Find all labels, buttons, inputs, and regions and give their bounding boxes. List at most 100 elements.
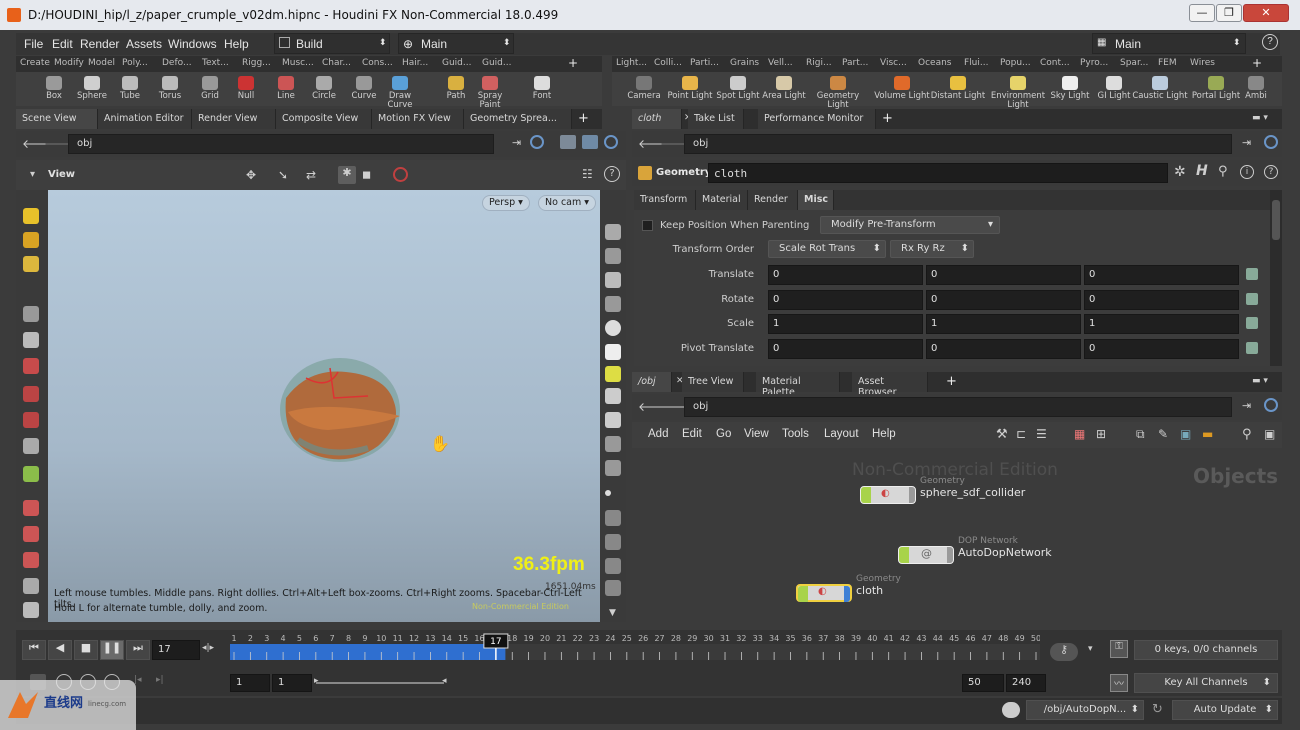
range-slider[interactable] bbox=[316, 682, 444, 684]
param-field-y[interactable]: 0 bbox=[926, 265, 1081, 285]
grid-icon[interactable]: ⊞ bbox=[1096, 427, 1106, 441]
param-field-x[interactable]: 0 bbox=[768, 338, 923, 359]
shelf-tool-right-3[interactable]: Area Light bbox=[756, 76, 812, 101]
tab-composite-view[interactable]: Composite View bbox=[276, 109, 372, 129]
color-palette-icon[interactable]: ▦ bbox=[1074, 427, 1085, 441]
visibility-icon[interactable] bbox=[605, 248, 621, 264]
tab-tree-view[interactable]: Tree View bbox=[682, 372, 744, 392]
subtab-render[interactable]: Render bbox=[748, 190, 798, 210]
add-shelf-icon[interactable]: + bbox=[568, 56, 578, 70]
select-icon[interactable] bbox=[23, 208, 39, 224]
tab-animation-editor[interactable]: Animation Editor bbox=[98, 109, 192, 129]
view-tool-icon[interactable] bbox=[23, 500, 39, 516]
minimize-button[interactable]: — bbox=[1189, 4, 1215, 22]
snap-icon[interactable]: ✱ bbox=[338, 166, 356, 184]
channel-icon[interactable] bbox=[1246, 268, 1258, 280]
chevron-down-icon[interactable]: ▾ bbox=[1088, 644, 1093, 654]
pane-menu-icon[interactable]: ▬ ▾ bbox=[1252, 113, 1268, 123]
handle-icon[interactable]: ✥ bbox=[246, 168, 256, 182]
close-button[interactable]: ✕ bbox=[1243, 4, 1289, 22]
shelf-tab-right-3[interactable]: Grains bbox=[730, 58, 759, 68]
menu-help[interactable]: Help bbox=[224, 37, 249, 51]
shelf-tab-5[interactable]: Text... bbox=[202, 58, 229, 68]
keep-position-menu[interactable]: Modify Pre-Transform ▾ bbox=[820, 216, 1000, 234]
menu-edit[interactable]: Edit bbox=[52, 37, 73, 51]
shelf-tool-right-5[interactable]: Volume Light bbox=[874, 76, 930, 101]
shelf-tool-9[interactable]: Draw Curve bbox=[376, 76, 424, 110]
view-menu-icon[interactable]: ▾ bbox=[30, 169, 35, 180]
param-field-x[interactable]: 0 bbox=[768, 265, 923, 285]
drag-icon[interactable] bbox=[23, 552, 39, 568]
tab-asset-browser[interactable]: Asset Browser bbox=[852, 372, 928, 398]
link-icon[interactable] bbox=[530, 135, 544, 149]
points-icon[interactable] bbox=[605, 460, 621, 476]
param-field-z[interactable]: 0 bbox=[1084, 289, 1239, 310]
param-field-z[interactable]: 1 bbox=[1084, 314, 1239, 334]
shelf-tab-12[interactable]: Guid... bbox=[482, 58, 511, 68]
shelf-tab-right-15[interactable]: Wires bbox=[1190, 58, 1215, 68]
jump-start-button[interactable]: ⏮ bbox=[22, 640, 46, 660]
snapshot-icon[interactable]: ◼ bbox=[362, 168, 371, 181]
swap-icon[interactable]: ⇄ bbox=[306, 168, 316, 182]
brush-icon[interactable] bbox=[605, 534, 621, 550]
jump-end-button[interactable]: ⏭ bbox=[126, 640, 150, 660]
shelf-tab-right-8[interactable]: Oceans bbox=[918, 58, 951, 68]
bundle-icon[interactable]: ▬ bbox=[1202, 427, 1213, 441]
camera-menu[interactable]: No cam ▾ bbox=[538, 195, 597, 211]
shelf-tab-right-5[interactable]: Rigi... bbox=[806, 58, 832, 68]
help-icon[interactable]: ? bbox=[1264, 165, 1278, 179]
right-desktop-menu[interactable]: ▦ Main ⬍ bbox=[1092, 33, 1246, 54]
notes-icon[interactable]: ✎ bbox=[1158, 427, 1168, 441]
network-path-field[interactable]: obj bbox=[684, 397, 1232, 417]
tree-icon[interactable]: ⊏ bbox=[1016, 427, 1026, 441]
transform-order-menu[interactable]: Scale Rot Trans ⬍ bbox=[768, 240, 886, 258]
subtab-transform[interactable]: Transform bbox=[634, 190, 696, 210]
menu-assets[interactable]: Assets bbox=[126, 37, 162, 51]
shelf-tab-1[interactable]: Modify bbox=[54, 58, 84, 68]
param-field-x[interactable]: 1 bbox=[768, 314, 923, 334]
jump-next-key-icon[interactable]: ▸| bbox=[156, 675, 164, 685]
shelf-tab-11[interactable]: Guid... bbox=[442, 58, 471, 68]
3d-viewport[interactable]: Persp ▾ No cam ▾ ✋ 36.3fpm 1651.04ms Lef… bbox=[48, 190, 600, 622]
tab-scene-view[interactable]: Scene View bbox=[16, 109, 98, 129]
rotate-order-menu[interactable]: Rx Ry Rz ⬍ bbox=[890, 240, 974, 258]
pointer-icon[interactable] bbox=[23, 306, 39, 322]
shelf-tab-3[interactable]: Poly... bbox=[122, 58, 148, 68]
numbers-icon[interactable] bbox=[605, 558, 621, 574]
network-menu-edit[interactable]: Edit bbox=[682, 428, 702, 440]
network-menu-help[interactable]: Help bbox=[872, 428, 896, 440]
link-icon[interactable] bbox=[1264, 398, 1278, 412]
menu-file[interactable]: File bbox=[24, 37, 43, 51]
pause-button[interactable]: ❚❚ bbox=[100, 640, 124, 660]
shelf-tab-right-6[interactable]: Part... bbox=[842, 58, 868, 68]
tab-take-list[interactable]: Take List bbox=[688, 109, 744, 129]
tab-motion-fx-view[interactable]: Motion FX View bbox=[372, 109, 464, 129]
keys-icon[interactable]: ⚿ bbox=[1110, 640, 1128, 658]
subtab-material[interactable]: Material bbox=[696, 190, 748, 210]
shelf-tab-6[interactable]: Rigg... bbox=[242, 58, 271, 68]
menu-render[interactable]: Render bbox=[80, 37, 119, 51]
range-end2-field[interactable]: 240 bbox=[1006, 674, 1046, 692]
dot-icon[interactable] bbox=[605, 490, 611, 496]
param-path-field[interactable]: obj bbox=[684, 134, 1232, 154]
shelf-tab-right-7[interactable]: Visc... bbox=[880, 58, 907, 68]
scroll-down-icon[interactable]: ▼ bbox=[609, 608, 616, 618]
gear-icon[interactable]: ✲ bbox=[1174, 164, 1186, 180]
channel-icon[interactable] bbox=[1246, 317, 1258, 329]
magnet-icon[interactable] bbox=[23, 358, 39, 374]
camera-view-icon[interactable] bbox=[605, 388, 621, 404]
pin-icon[interactable]: ⇥ bbox=[512, 136, 521, 149]
range-start2-field[interactable]: 1 bbox=[272, 674, 312, 692]
network-menu-view[interactable]: View bbox=[744, 428, 769, 440]
info-icon[interactable]: i bbox=[1240, 165, 1254, 179]
range-handle-icon[interactable]: ◂ bbox=[442, 676, 447, 686]
shelf-tool-12[interactable]: Font bbox=[518, 76, 566, 101]
current-frame-field[interactable]: 17 bbox=[152, 640, 200, 660]
param-field-y[interactable]: 1 bbox=[926, 314, 1081, 334]
network-editor[interactable]: Non-Commercial Edition Objects Geometry … bbox=[634, 448, 1284, 628]
channel-icon[interactable] bbox=[1246, 341, 1258, 354]
camera-icon[interactable]: ▣ bbox=[1264, 427, 1275, 441]
param-field-z[interactable]: 0 bbox=[1084, 338, 1239, 359]
scale-icon[interactable] bbox=[605, 580, 621, 596]
list-icon[interactable]: ☰ bbox=[1036, 427, 1047, 441]
